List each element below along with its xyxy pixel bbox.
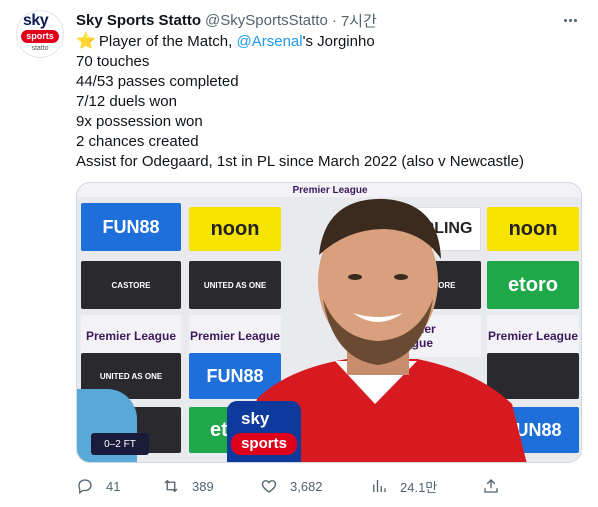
views-chart-icon — [373, 480, 386, 492]
stat-line: 44/53 passes completed — [76, 73, 239, 90]
stat-line: 70 touches — [76, 53, 150, 70]
score-overlay: 0–2 FT — [91, 433, 149, 455]
views-button[interactable]: 24.1만 — [370, 477, 437, 496]
heart-icon — [261, 480, 277, 493]
retweet-icon — [164, 479, 178, 493]
tweet-photo[interactable]: Premier League FUN88 noon CARLING noon C… — [76, 182, 582, 463]
like-count: 3,682 — [290, 478, 323, 494]
potm-prefix: Player of the Match, — [98, 33, 237, 50]
sky-sports-microphone: sky sports — [227, 401, 301, 462]
fun88-board: FUN88 — [81, 203, 181, 251]
more-options-icon[interactable] — [560, 10, 580, 30]
timestamp[interactable]: 7시간 — [341, 10, 377, 31]
mic-sports-text: sports — [231, 433, 297, 455]
stat-line: Assist for Odegaard, 1st in PL since Mar… — [76, 153, 524, 170]
share-button[interactable] — [482, 477, 500, 495]
avatar-statto-text: statto — [31, 45, 49, 52]
star-icon: ⭐ — [76, 33, 96, 50]
avatar-sports-text: sports — [21, 30, 59, 43]
user-handle[interactable]: @SkySportsStatto — [205, 12, 328, 29]
reply-button[interactable]: 41 — [76, 477, 120, 495]
stat-line: 2 chances created — [76, 133, 199, 150]
potm-suffix: 's Jorginho — [302, 33, 375, 50]
display-name[interactable]: Sky Sports Statto — [76, 12, 201, 29]
premier-board: Premier League — [81, 315, 181, 357]
mic-sky-text: sky — [241, 409, 270, 428]
share-icon — [484, 479, 498, 493]
avatar[interactable]: sky sports statto — [16, 10, 64, 58]
castore-board: CASTORE — [81, 261, 181, 309]
tweet-header: Sky Sports Statto @SkySportsStatto · 7시간 — [76, 10, 377, 30]
reply-count: 41 — [106, 478, 121, 494]
avatar-sky-text: sky — [23, 12, 49, 29]
retweet-button[interactable]: 389 — [162, 477, 214, 495]
tweet-text: ⭐ Player of the Match, @Arsenal's Jorginh… — [76, 32, 582, 172]
stat-line: 9x possession won — [76, 113, 203, 130]
stat-line: 7/12 duels won — [76, 93, 177, 110]
views-count: 24.1만 — [400, 479, 438, 495]
tweet-line-potm: ⭐ Player of the Match, @Arsenal's Jorginh… — [76, 32, 582, 52]
retweet-count: 389 — [192, 478, 214, 494]
like-button[interactable]: 3,682 — [260, 477, 323, 495]
reply-icon — [78, 479, 92, 495]
mention-arsenal[interactable]: @Arsenal — [237, 33, 303, 50]
separator-dot: · — [331, 11, 337, 29]
tweet-actions: 41 389 3,682 24.1만 — [76, 476, 506, 496]
